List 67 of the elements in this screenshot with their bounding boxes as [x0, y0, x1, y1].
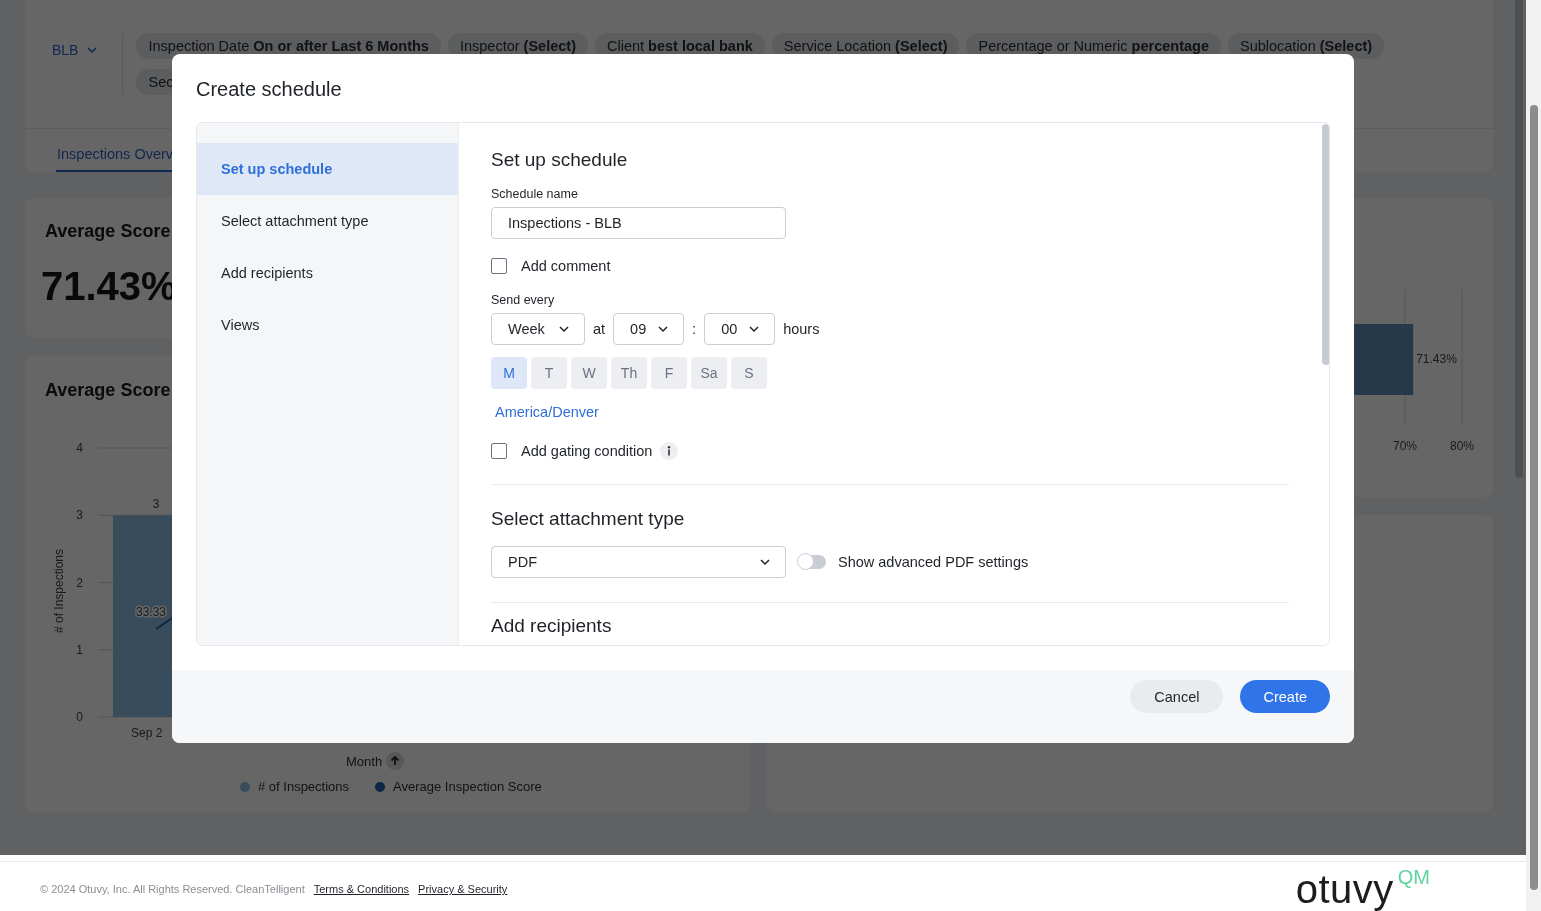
footer-link[interactable]: Privacy & Security: [418, 883, 508, 895]
axis-title: Month: [346, 753, 383, 769]
logo-mark: QM: [1397, 866, 1430, 889]
select-dropdown[interactable]: PDF: [491, 546, 786, 578]
toggle-label: Show advanced PDF settings: [838, 554, 1029, 570]
data-label: 33.33: [136, 605, 167, 619]
toggle-switch[interactable]: [798, 555, 826, 569]
day-toggle[interactable]: W: [571, 357, 607, 389]
footer-link[interactable]: Terms & Conditions: [313, 883, 410, 895]
axis-title: # of Inspections: [52, 548, 66, 634]
logo-wordmark: otuvy: [1295, 868, 1394, 910]
section-heading: Select attachment type: [491, 508, 686, 530]
window-scrollbar[interactable]: [1526, 0, 1541, 911]
account-dropdown[interactable]: BLB: [25, 34, 111, 66]
timezone-link[interactable]: America/Denver: [495, 403, 599, 421]
step-item[interactable]: Add recipients: [197, 247, 458, 299]
select-dropdown[interactable]: Week: [491, 313, 585, 345]
day-toggle[interactable]: F: [651, 357, 687, 389]
copyright-text: © 2024 Otuvy, Inc. All Rights Reserved. CleanTelligent: [40, 883, 305, 895]
axis-tick-label: 3: [76, 508, 83, 523]
select-dropdown[interactable]: 00: [704, 313, 776, 345]
scrollbar-thumb[interactable]: [1322, 124, 1329, 365]
chevron-down-icon: [748, 323, 761, 335]
axis-tick-label: 4: [76, 441, 83, 455]
field-label: Schedule name: [491, 187, 579, 201]
checkbox[interactable]: [491, 443, 507, 459]
checkbox-label: Add gating condition: [521, 443, 653, 459]
axis-tick-label: Sep 2: [131, 726, 163, 740]
data-label: 3: [152, 497, 160, 512]
day-toggle[interactable]: S: [731, 357, 767, 389]
legend-label: Average Inspection Score: [393, 779, 542, 794]
create-button[interactable]: Create: [1240, 680, 1330, 713]
card-title: Average Score: [45, 220, 171, 242]
field-text: :: [692, 321, 697, 337]
chevron-down-icon: [657, 323, 670, 335]
section-heading: Add recipients: [491, 615, 613, 637]
step-item[interactable]: Views: [197, 299, 458, 351]
cancel-button[interactable]: Cancel: [1130, 680, 1224, 713]
card-title: Average Score: [45, 379, 171, 401]
axis-tick-label: 2: [76, 575, 83, 590]
field-text: at: [593, 321, 606, 337]
legend-label: # of Inspections: [258, 779, 350, 794]
field-text: hours: [783, 321, 820, 337]
step-item[interactable]: Set up schedule: [197, 143, 458, 195]
field-label: Send every: [491, 293, 556, 307]
dialog-title: Create schedule: [195, 77, 343, 101]
section-heading: Set up schedule: [491, 149, 629, 171]
chevron-down-icon: [759, 556, 771, 568]
day-toggle[interactable]: Sa: [691, 357, 727, 389]
input-field[interactable]: Inspections - BLB: [491, 207, 786, 239]
checkbox-label: Add comment: [521, 258, 611, 274]
select-dropdown[interactable]: 09: [613, 313, 685, 345]
info-icon: [660, 442, 679, 460]
arrow-up-icon: [386, 752, 405, 770]
chevron-down-icon: [558, 323, 570, 335]
day-toggle[interactable]: M: [491, 357, 527, 389]
axis-tick-label: 1: [76, 642, 83, 657]
step-item[interactable]: Select attachment type: [197, 195, 458, 247]
checkbox[interactable]: [491, 258, 507, 274]
metric-value: 71.43%: [41, 263, 177, 310]
axis-tick-label: 70%: [1393, 439, 1417, 453]
axis-tick-label: 0: [76, 710, 83, 724]
day-toggle[interactable]: Th: [611, 357, 647, 389]
axis-tick-label: 80%: [1450, 439, 1474, 453]
day-toggle[interactable]: T: [531, 357, 567, 389]
chevron-down-icon: [86, 44, 99, 56]
data-label: 71.43%: [1416, 352, 1457, 366]
